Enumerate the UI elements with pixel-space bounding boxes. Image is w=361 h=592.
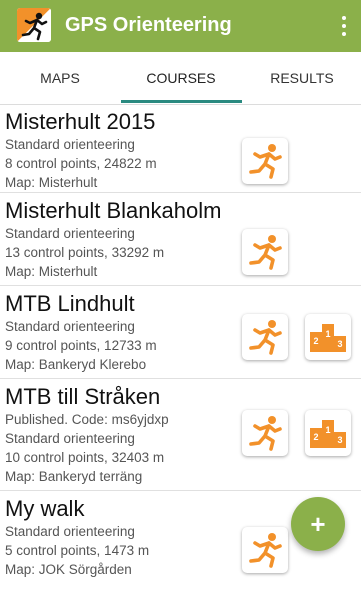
results-button[interactable]: 1 2 3 [305,410,351,456]
podium-third-label: 3 [337,435,342,445]
start-course-button[interactable] [242,410,288,456]
app-bar: GPS Orienteering [0,0,361,52]
course-map: Map: JOK Sörgården [5,562,132,577]
add-course-button[interactable]: + [291,497,345,551]
start-course-button[interactable] [242,527,288,573]
course-details: 13 control points, 33292 m [5,245,165,260]
tab-indicator [121,100,242,103]
start-course-button[interactable] [242,314,288,360]
tab-maps[interactable]: MAPS [0,52,120,104]
podium-second-label: 2 [313,336,318,346]
course-name: Misterhult 2015 [5,109,156,134]
course-type: Standard orienteering [5,226,135,241]
podium-icon: 1 2 3 [310,420,346,448]
runner-icon [249,416,282,451]
start-course-button[interactable] [242,138,288,184]
runner-icon [249,533,282,568]
podium-second-label: 2 [313,432,318,442]
tab-results[interactable]: RESULTS [242,52,361,104]
app-logo-icon [17,8,51,42]
plus-icon: + [310,508,326,539]
tab-bar: MAPS COURSES RESULTS [0,52,361,105]
podium-third-label: 3 [337,339,342,349]
course-map: Map: Misterhult [5,175,98,190]
app-title: GPS Orienteering [65,14,232,36]
course-name: Misterhult Blankaholm [5,198,222,223]
course-item[interactable]: MTB till Stråken Published. Code: ms6yjd… [0,379,361,491]
runner-icon [249,144,282,179]
runner-icon [249,235,282,270]
start-course-button[interactable] [242,229,288,275]
course-item[interactable]: Misterhult 2015 Standard orienteering 8 … [0,104,361,193]
course-name: MTB till Stråken [5,384,161,409]
course-item[interactable]: Misterhult Blankaholm Standard orienteer… [0,193,361,286]
results-button[interactable]: 1 2 3 [305,314,351,360]
podium-first-label: 1 [325,425,330,435]
tab-courses[interactable]: COURSES [121,52,241,104]
course-item[interactable]: MTB Lindhult Standard orienteering 9 con… [0,286,361,379]
course-type: Standard orienteering [5,137,135,152]
overflow-menu-icon[interactable] [339,14,349,38]
podium-first-label: 1 [325,329,330,339]
podium-icon: 1 2 3 [310,324,346,352]
runner-icon [249,320,282,355]
course-map: Map: Misterhult [5,264,98,279]
course-map: Map: Bankeryd terräng [5,469,143,484]
course-name: MTB Lindhult [5,291,135,316]
course-details: 8 control points, 24822 m [5,156,157,171]
